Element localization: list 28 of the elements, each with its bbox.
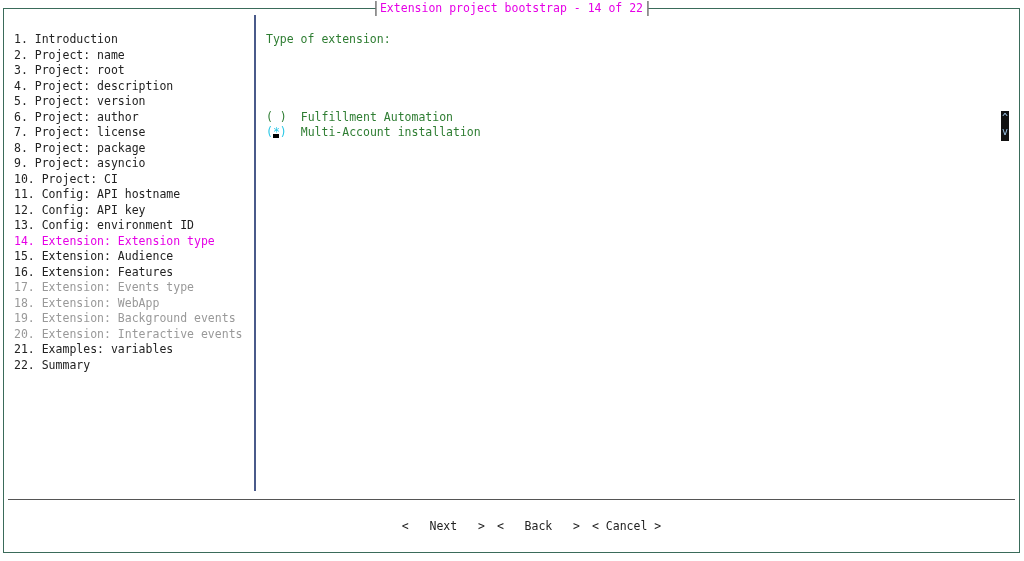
step-item[interactable]: 9. Project: asyncio	[14, 156, 254, 172]
step-item[interactable]: 2. Project: name	[14, 47, 254, 63]
question-label: Type of extension:	[266, 32, 392, 48]
step-item[interactable]: 10. Project: CI	[14, 171, 254, 187]
step-item[interactable]: 8. Project: package	[14, 140, 254, 156]
dialog-button[interactable]: < Next >	[401, 519, 485, 533]
step-item[interactable]: 7. Project: license	[14, 125, 254, 141]
cursor-icon	[273, 134, 279, 138]
step-item[interactable]: 11. Config: API hostname	[14, 187, 254, 203]
step-item[interactable]: 13. Config: environment ID	[14, 218, 254, 234]
scrollbar[interactable]: ^ v	[1001, 110, 1009, 141]
step-item[interactable]: 6. Project: author	[14, 109, 254, 125]
step-item[interactable]: 22. Summary	[14, 357, 254, 373]
window-title: Extension project bootstrap - 14 of 22	[374, 1, 649, 16]
step-item[interactable]: 21. Examples: variables	[14, 342, 254, 358]
option-label[interactable]: Multi-Account installation	[300, 125, 481, 141]
step-item[interactable]: 5. Project: version	[14, 94, 254, 110]
radio-button[interactable]: ( )	[266, 109, 294, 125]
step-item[interactable]: 1. Introduction	[14, 32, 254, 48]
step-item[interactable]: 14. Extension: Extension type	[14, 233, 254, 249]
dialog-button[interactable]: < Cancel >	[591, 519, 662, 533]
step-item[interactable]: 16. Extension: Features	[14, 264, 254, 280]
step-item[interactable]: 4. Project: description	[14, 78, 254, 94]
dialog-button[interactable]: < Back >	[496, 519, 580, 533]
option-label[interactable]: Fulfillment Automation	[300, 109, 454, 125]
step-item[interactable]: 3. Project: root	[14, 63, 254, 79]
step-item[interactable]: 12. Config: API key	[14, 202, 254, 218]
step-item[interactable]: 15. Extension: Audience	[14, 249, 254, 265]
